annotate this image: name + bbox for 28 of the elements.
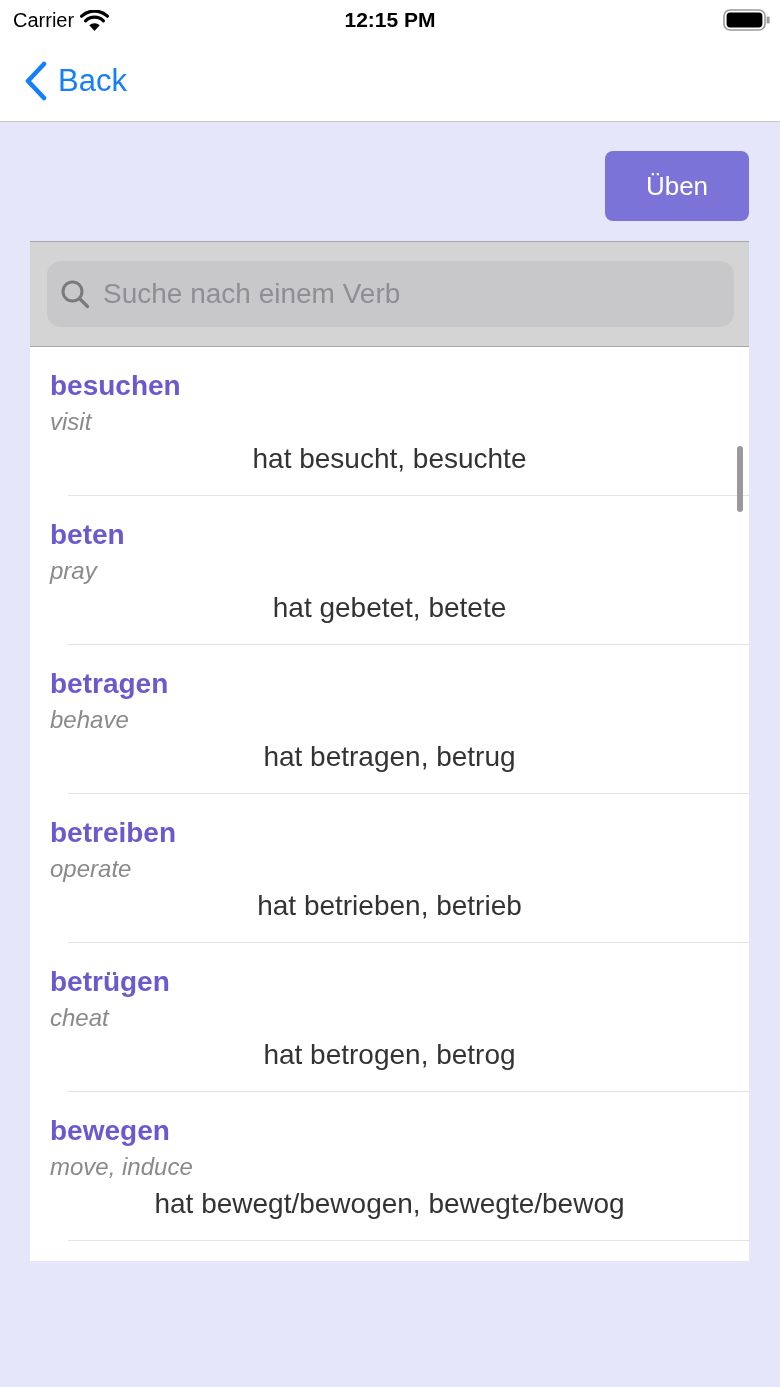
verb-forms: hat betrieben, betrieb <box>257 889 522 923</box>
verb-title: betragen <box>50 667 169 701</box>
verb-forms: hat bewegt/bewogen, bewegte/bewog <box>154 1187 625 1221</box>
back-button[interactable]: Back <box>24 60 127 101</box>
search-field[interactable]: Suche nach einem Verb <box>47 261 734 327</box>
verb-forms: hat betragen, betrug <box>263 740 516 774</box>
carrier-label: Carrier <box>13 8 75 32</box>
verb-title: beten <box>50 518 125 552</box>
verb-translation: pray <box>50 556 97 586</box>
scrollbar-thumb <box>737 446 743 512</box>
verb-title: betreiben <box>50 816 177 850</box>
search-icon <box>60 279 90 309</box>
verb-title: besuchen <box>50 369 181 403</box>
verb-title: betrügen <box>50 965 170 999</box>
verb-forms: hat betrogen, betrog <box>263 1038 516 1072</box>
verb-translation: move, induce <box>50 1152 193 1182</box>
verb-translation: behave <box>50 705 129 735</box>
verb-translation: operate <box>50 854 132 884</box>
verb-forms: hat besucht, besuchte <box>252 442 527 476</box>
status-time: 12:15 PM <box>344 8 436 32</box>
verb-forms: hat gebetet, betete <box>272 591 507 625</box>
practice-button[interactable]: Üben <box>605 151 749 221</box>
verb-title: bewegen <box>50 1114 170 1148</box>
verb-translation: cheat <box>50 1003 109 1033</box>
chevron-left-icon <box>24 60 48 101</box>
verb-translation: visit <box>50 407 92 437</box>
battery-icon <box>723 9 770 31</box>
wifi-icon <box>80 9 110 31</box>
